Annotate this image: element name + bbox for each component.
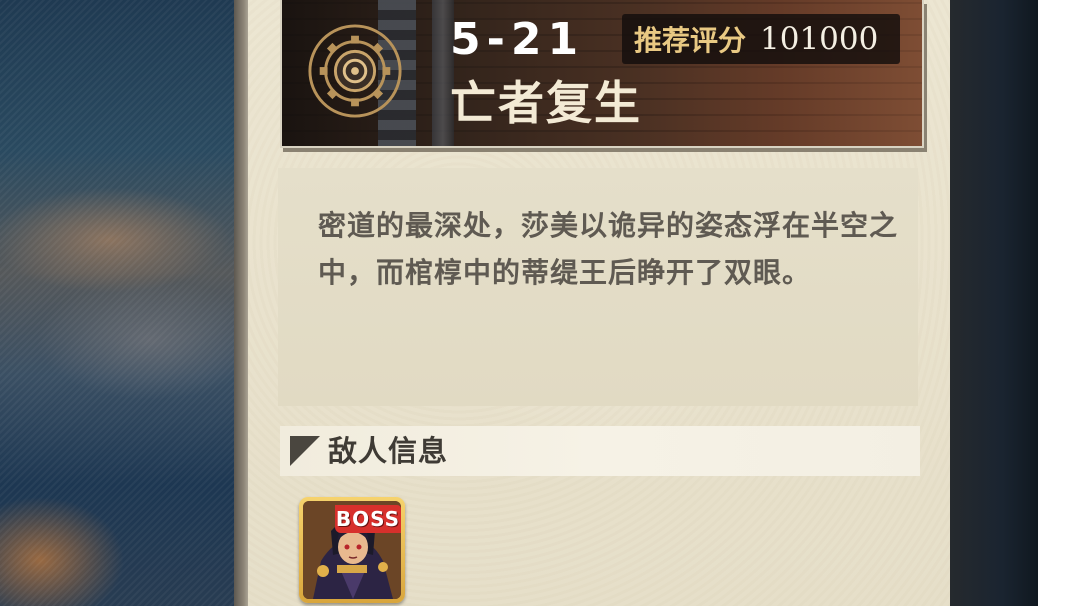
stage-description-box: 密道的最深处，莎美以诡异的姿态浮在半空之中，而棺椁中的蒂缇王后睁开了双眼。 bbox=[278, 168, 918, 406]
stage-title: 亡者复生 bbox=[450, 76, 642, 130]
stage-description: 密道的最深处，莎美以诡异的姿态浮在半空之中，而棺椁中的蒂缇王后睁开了双眼。 bbox=[318, 209, 899, 289]
gear-emblem-icon bbox=[308, 24, 402, 118]
blurred-background-left bbox=[0, 0, 240, 606]
recommended-score-badge: 推荐评分 101000 bbox=[622, 14, 900, 64]
stage-banner: 5-21 亡者复生 推荐评分 101000 bbox=[280, 0, 924, 148]
boss-enemy-card[interactable]: BOSS bbox=[299, 497, 405, 603]
section-triangle-icon bbox=[290, 436, 320, 466]
recommended-score-label: 推荐评分 bbox=[634, 24, 747, 57]
recommended-score-value: 101000 bbox=[760, 21, 879, 57]
stage-number: 5-21 bbox=[450, 14, 585, 65]
boss-tag: BOSS bbox=[335, 505, 401, 533]
boss-portrait: BOSS bbox=[303, 501, 401, 599]
blurred-background-right bbox=[948, 0, 1080, 606]
enemy-info-title: 敌人信息 bbox=[328, 434, 449, 468]
enemy-info-header: 敌人信息 bbox=[280, 426, 920, 476]
